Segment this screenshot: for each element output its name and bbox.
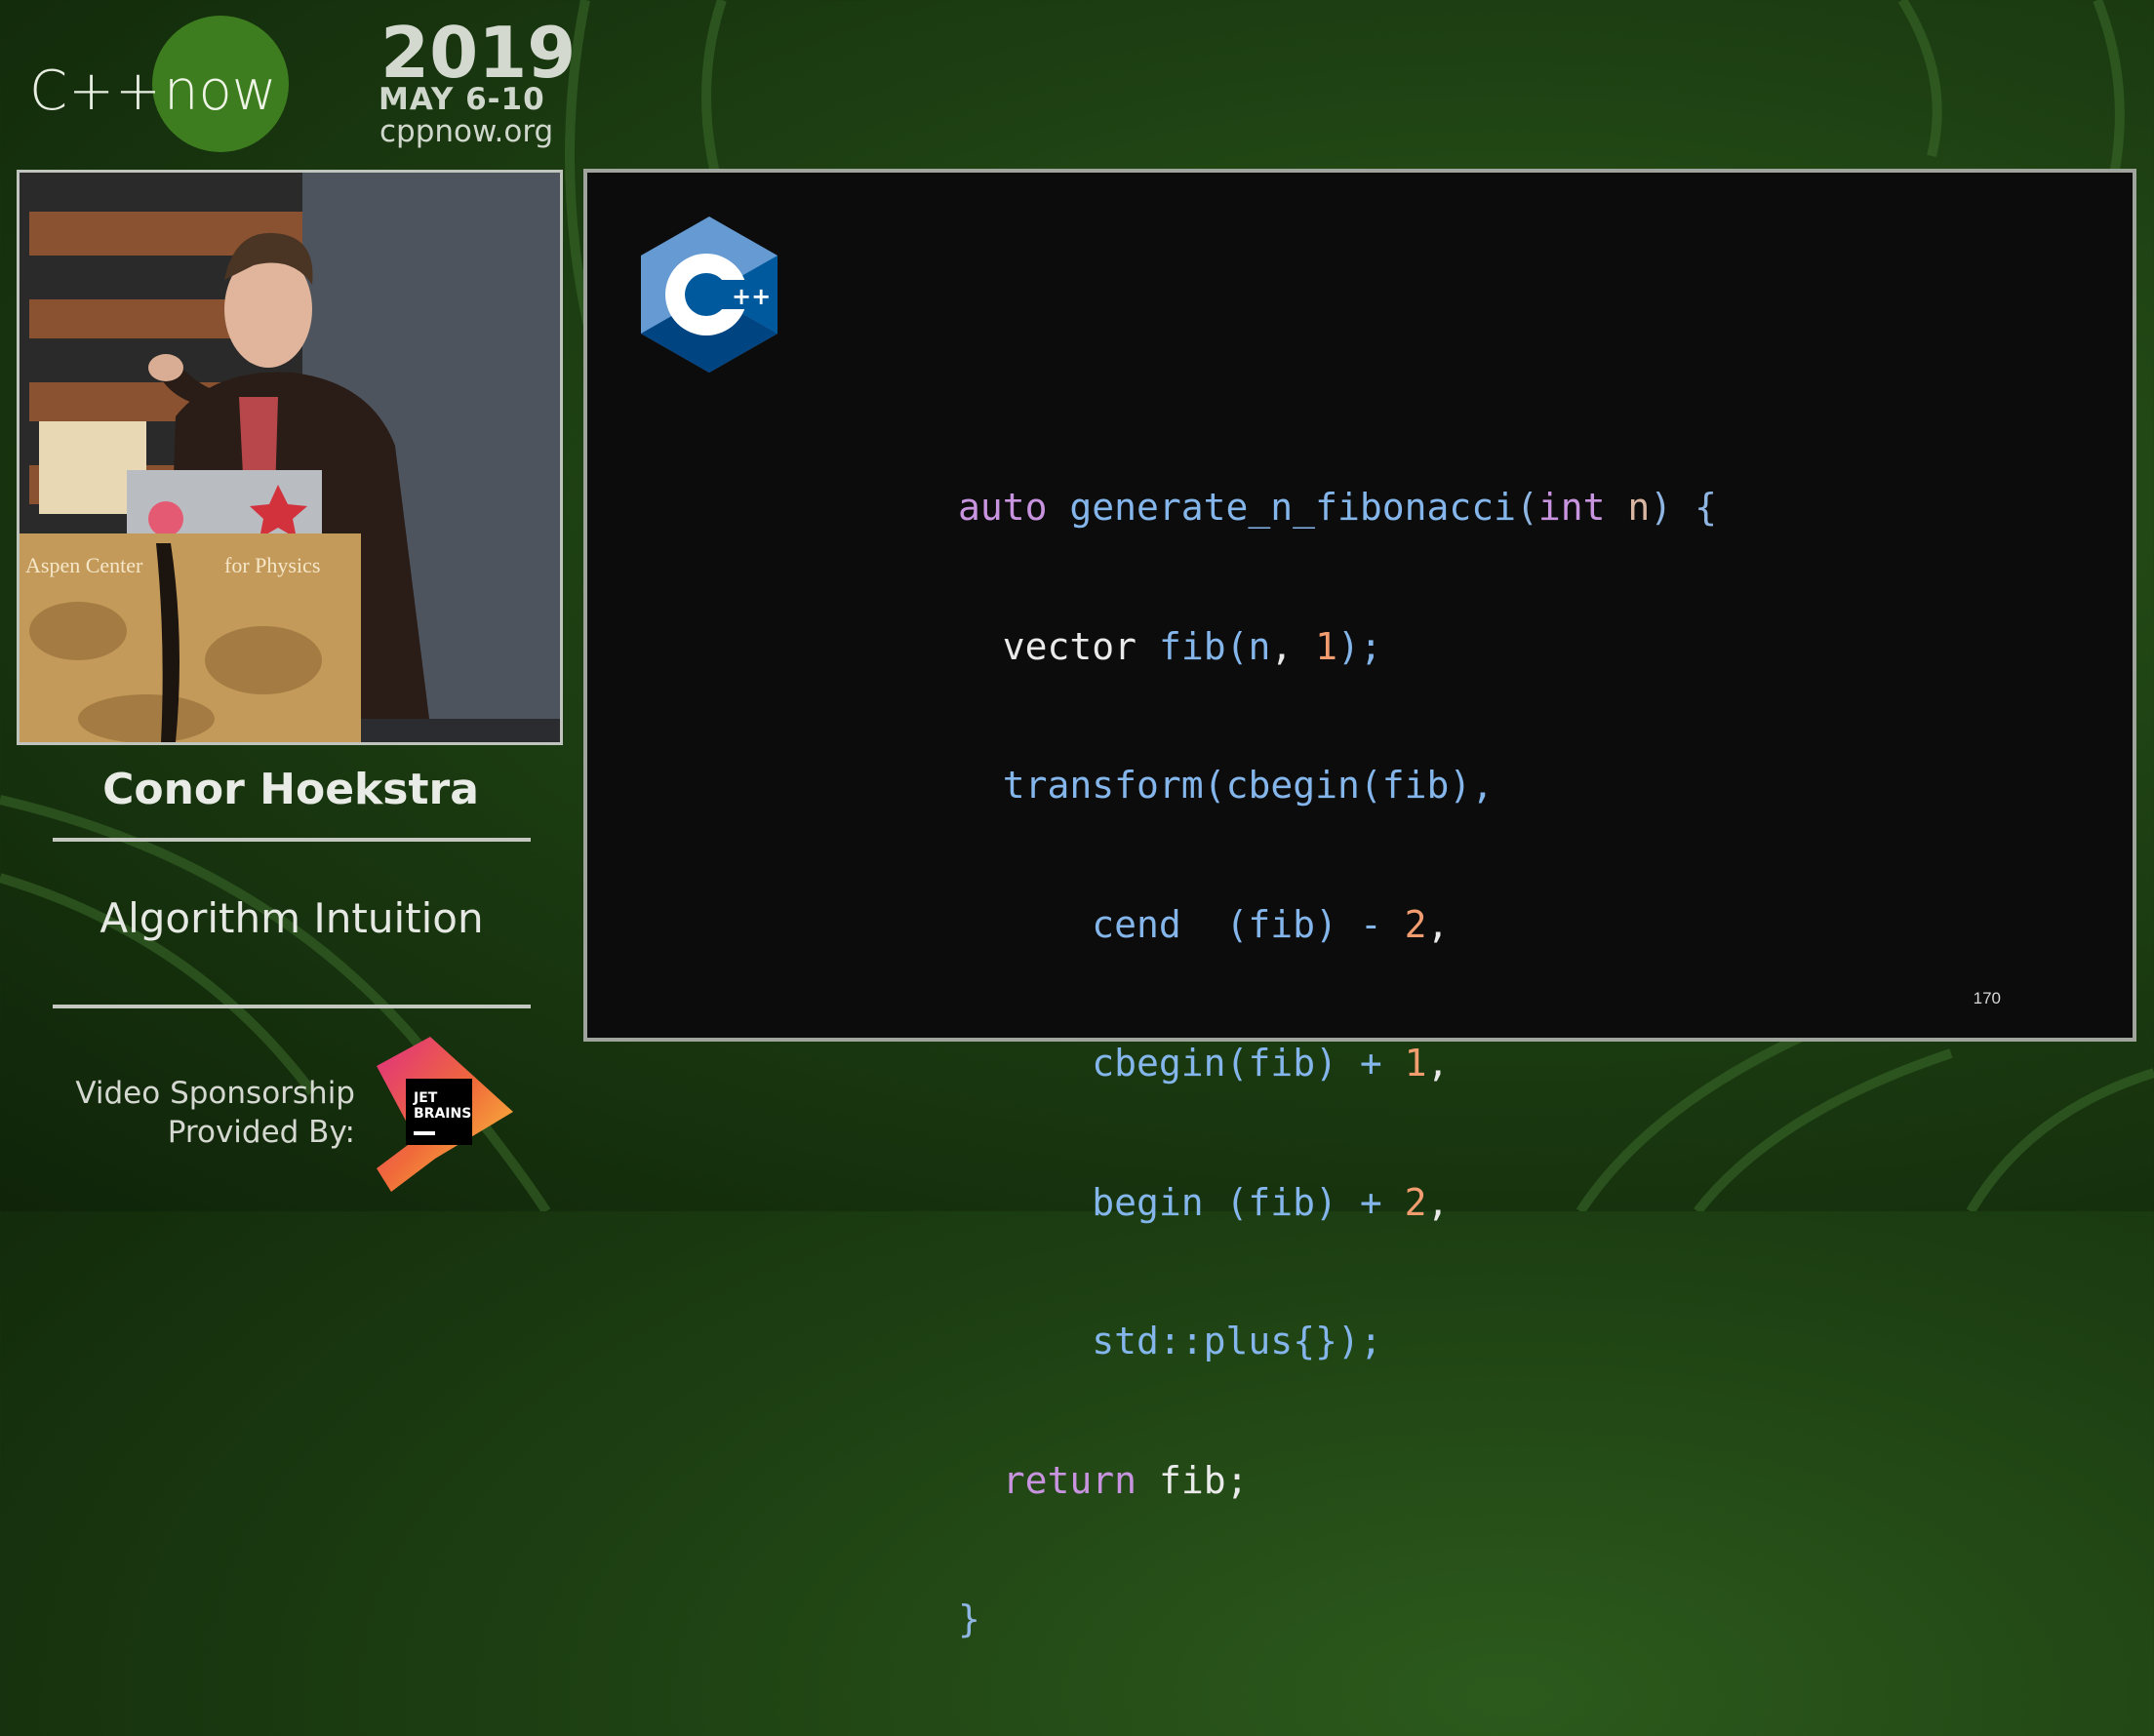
code-line-3: transform(cbegin(fib), bbox=[1002, 764, 1495, 807]
code-line-1: auto generate_n_fibonacci(int n) { bbox=[958, 486, 1717, 529]
podium-text-right: for Physics bbox=[224, 553, 320, 577]
jetbrains-logo-text-2: BRAINS bbox=[414, 1106, 471, 1122]
slide-page-number: 170 bbox=[1973, 989, 2001, 1007]
code-line-2: vector fib(n, 1); bbox=[1002, 624, 1382, 668]
code-block: auto generate_n_fibonacci(int n) { vecto… bbox=[958, 392, 1717, 1736]
conference-year: 2019 bbox=[380, 12, 577, 94]
jetbrains-logo: JET BRAINS bbox=[377, 1037, 513, 1192]
jetbrains-logo-text-1: JET bbox=[413, 1090, 438, 1106]
brand-now-text: now bbox=[164, 59, 277, 123]
presentation-slide: ++ auto generate_n_fibonacci(int n) { ve… bbox=[583, 169, 2136, 1640]
code-line-4: cend (fib) - 2, bbox=[1092, 902, 1450, 946]
code-line-7: std::plus{}); bbox=[1092, 1320, 1382, 1362]
sponsor-text: Video Sponsorship Provided By: bbox=[59, 1074, 355, 1152]
divider-bottom bbox=[53, 1005, 531, 1008]
brand-cpp-text: C++ bbox=[29, 59, 162, 123]
conference-url: cppnow.org bbox=[379, 114, 554, 149]
code-line-8: return fib; bbox=[1002, 1458, 1249, 1502]
code-line-9: } bbox=[958, 1598, 980, 1640]
conference-branding: C++ now 2019 MAY 6-10 cppnow.org bbox=[27, 16, 583, 162]
cpp-logo-text: ++ bbox=[732, 283, 771, 310]
speaker-video: Aspen Center for Physics bbox=[17, 170, 563, 745]
podium-text-left: Aspen Center bbox=[25, 553, 143, 577]
code-line-6: begin (fib) + 2, bbox=[1092, 1180, 1450, 1224]
talk-title: Algorithm Intuition bbox=[100, 894, 484, 942]
divider-top bbox=[53, 838, 531, 842]
cpp-logo-icon: ++ bbox=[641, 217, 778, 373]
speaker-name: Conor Hoekstra bbox=[102, 765, 479, 814]
speaker-scene: Aspen Center for Physics bbox=[20, 173, 560, 742]
sponsor-line-1: Video Sponsorship bbox=[75, 1076, 355, 1111]
sponsor-line-2: Provided By: bbox=[167, 1115, 355, 1150]
code-line-5: cbegin(fib) + 1, bbox=[1092, 1042, 1450, 1085]
conference-dates: MAY 6-10 bbox=[379, 82, 545, 117]
